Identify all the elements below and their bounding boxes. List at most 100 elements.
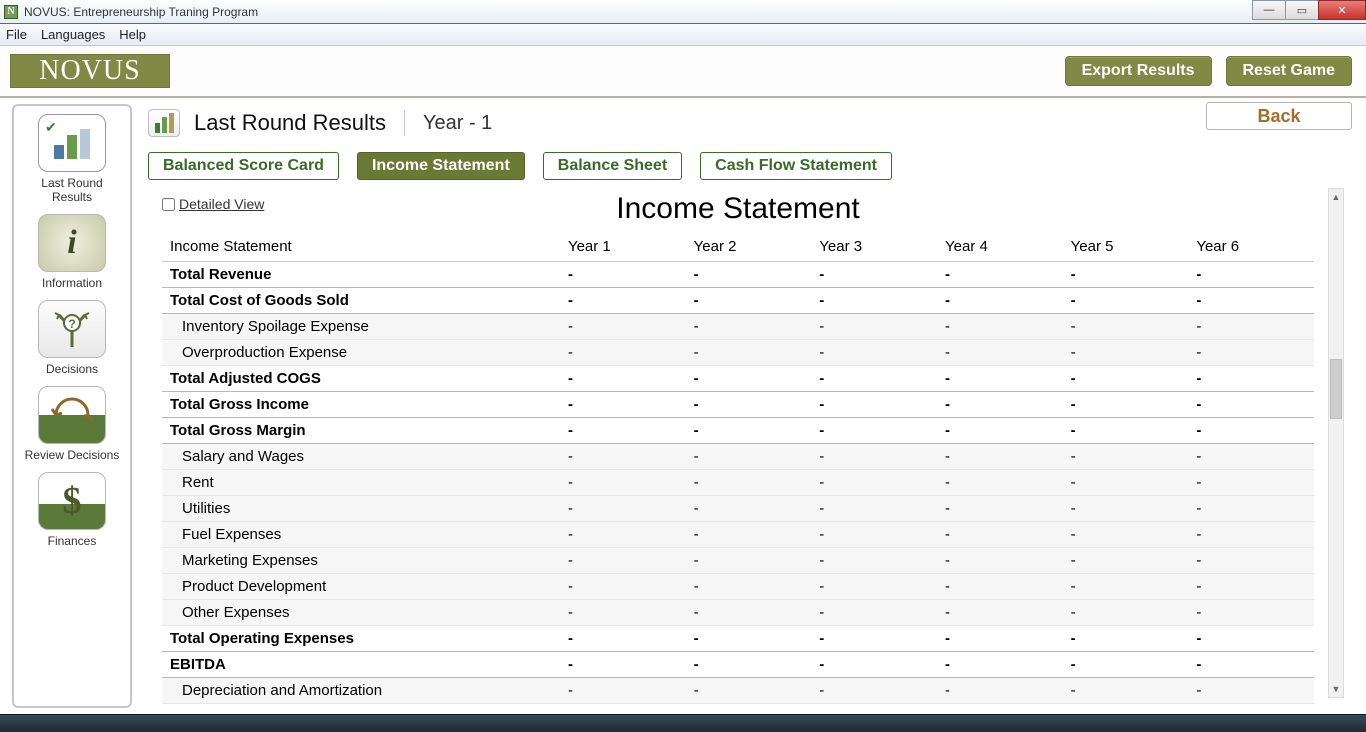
app-logo: NOVUS (10, 54, 170, 88)
row-label: Total Cost of Goods Sold (162, 287, 560, 313)
detailed-view-checkbox[interactable] (162, 198, 175, 211)
cell-value: - (811, 339, 937, 365)
window-close-button[interactable]: ✕ (1318, 0, 1366, 20)
table-row: Salary and Wages------ (162, 443, 1314, 469)
cell-value: - (686, 339, 812, 365)
scroll-down-icon[interactable]: ▼ (1329, 681, 1343, 697)
table-row: Product Development------ (162, 573, 1314, 599)
cell-value: - (1188, 521, 1314, 547)
cell-value: - (1188, 469, 1314, 495)
sidebar-item-review-decisions[interactable]: Review Decisions (22, 386, 122, 462)
cell-value: - (811, 417, 937, 443)
cell-value: - (937, 469, 1063, 495)
income-statement-table: Income Statement Year 1 Year 2 Year 3 Ye… (162, 232, 1314, 704)
cell-value: - (937, 521, 1063, 547)
sidebar-item-finances[interactable]: $ Finances (22, 472, 122, 548)
back-button[interactable]: Back (1206, 102, 1352, 130)
menu-bar: File Languages Help (0, 24, 1366, 46)
sidebar-item-information[interactable]: i Information (22, 214, 122, 290)
cell-value: - (686, 651, 812, 677)
menu-languages[interactable]: Languages (41, 27, 105, 42)
cell-value: - (1063, 677, 1189, 703)
row-label: Rent (162, 469, 560, 495)
table-row: Total Cost of Goods Sold------ (162, 287, 1314, 313)
cell-value: - (937, 677, 1063, 703)
os-taskbar (0, 714, 1366, 732)
cell-value: - (560, 287, 686, 313)
row-label: Depreciation and Amortization (162, 677, 560, 703)
app-favicon: N (4, 5, 18, 19)
scroll-thumb[interactable] (1330, 359, 1342, 419)
cell-value: - (811, 287, 937, 313)
tab-balance-sheet[interactable]: Balance Sheet (543, 152, 682, 180)
window-title: NOVUS: Entrepreneurship Traning Program (24, 5, 258, 19)
row-label: Total Gross Margin (162, 417, 560, 443)
cell-value: - (686, 261, 812, 287)
divider (404, 110, 405, 136)
cell-value: - (937, 625, 1063, 651)
cell-value: - (1188, 547, 1314, 573)
cell-value: - (686, 313, 812, 339)
cell-value: - (1188, 625, 1314, 651)
row-label: Overproduction Expense (162, 339, 560, 365)
table-row: Inventory Spoilage Expense------ (162, 313, 1314, 339)
cell-value: - (686, 469, 812, 495)
row-label: Product Development (162, 573, 560, 599)
vertical-scrollbar[interactable]: ▲ ▼ (1328, 188, 1344, 698)
window-minimize-button[interactable]: — (1252, 0, 1286, 20)
sidebar-item-label: Review Decisions (22, 448, 122, 462)
info-icon: i (38, 214, 106, 272)
cell-value: - (686, 443, 812, 469)
cell-value: - (1063, 547, 1189, 573)
cell-value: - (1188, 599, 1314, 625)
tab-cash-flow-statement[interactable]: Cash Flow Statement (700, 152, 892, 180)
cell-value: - (560, 339, 686, 365)
cell-value: - (686, 391, 812, 417)
sidebar-item-label: Last Round Results (22, 176, 122, 204)
menu-file[interactable]: File (6, 27, 27, 42)
cell-value: - (560, 599, 686, 625)
table-row: Total Gross Margin------ (162, 417, 1314, 443)
table-row: EBITDA------ (162, 651, 1314, 677)
cell-value: - (560, 365, 686, 391)
cell-value: - (560, 625, 686, 651)
sidebar-item-label: Information (22, 276, 122, 290)
table-row: Utilities------ (162, 495, 1314, 521)
cell-value: - (686, 521, 812, 547)
cell-value: - (686, 365, 812, 391)
sidebar-item-last-round-results[interactable]: ✔ Last Round Results (22, 114, 122, 204)
main-content: Back Last Round Results Year - 1 Balance… (132, 98, 1366, 714)
cell-value: - (811, 365, 937, 391)
tab-income-statement[interactable]: Income Statement (357, 152, 525, 180)
cell-value: - (1063, 443, 1189, 469)
row-label: Total Adjusted COGS (162, 365, 560, 391)
review-icon (38, 386, 106, 444)
cell-value: - (560, 677, 686, 703)
export-results-button[interactable]: Export Results (1065, 56, 1212, 86)
col-year: Year 5 (1063, 232, 1189, 262)
row-label: EBITDA (162, 651, 560, 677)
detailed-view-label[interactable]: Detailed View (179, 196, 264, 212)
page-subtitle: Year - 1 (423, 112, 492, 135)
tab-balanced-score-card[interactable]: Balanced Score Card (148, 152, 339, 180)
row-label: Salary and Wages (162, 443, 560, 469)
cell-value: - (1188, 417, 1314, 443)
window-maximize-button[interactable]: ▭ (1285, 0, 1319, 20)
cell-value: - (1188, 651, 1314, 677)
sidebar-item-decisions[interactable]: ? Decisions (22, 300, 122, 376)
cell-value: - (686, 547, 812, 573)
sidebar-item-label: Finances (22, 534, 122, 548)
cell-value: - (937, 651, 1063, 677)
cell-value: - (686, 495, 812, 521)
cell-value: - (1063, 261, 1189, 287)
col-year: Year 6 (1188, 232, 1314, 262)
menu-help[interactable]: Help (119, 27, 146, 42)
detailed-view-toggle[interactable]: Detailed View (162, 196, 264, 212)
top-band: NOVUS Export Results Reset Game (0, 46, 1366, 98)
cell-value: - (1063, 287, 1189, 313)
row-label: Other Expenses (162, 599, 560, 625)
cell-value: - (937, 261, 1063, 287)
scroll-up-icon[interactable]: ▲ (1329, 189, 1343, 205)
cell-value: - (686, 287, 812, 313)
reset-game-button[interactable]: Reset Game (1226, 56, 1353, 86)
